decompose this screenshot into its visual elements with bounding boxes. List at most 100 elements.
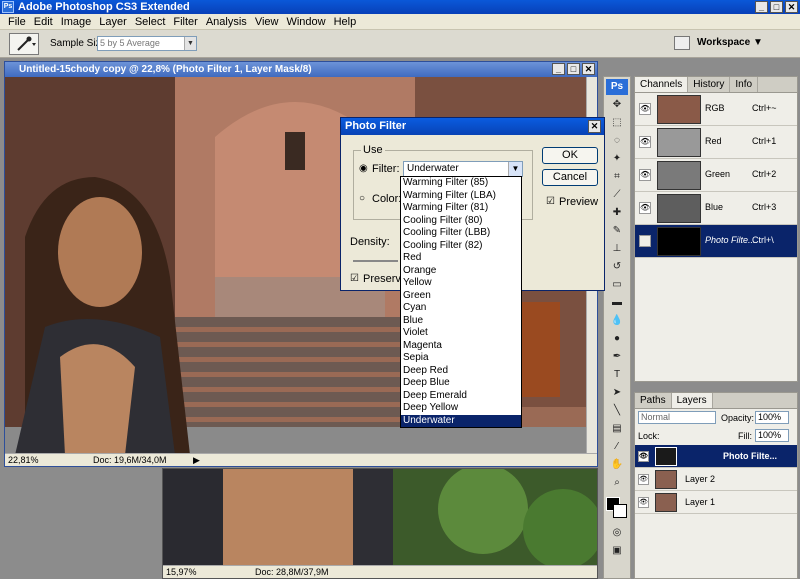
brush-tool-icon[interactable]: ✎ bbox=[606, 223, 628, 239]
marquee-tool-icon[interactable]: ⬚ bbox=[606, 115, 628, 131]
pen-tool-icon[interactable]: ✒ bbox=[606, 349, 628, 365]
hand-tool-icon[interactable]: ✋ bbox=[606, 457, 628, 473]
gradient-tool-icon[interactable]: ▬ bbox=[606, 295, 628, 311]
screen-mode-icon[interactable]: ▣ bbox=[606, 543, 628, 559]
history-brush-icon[interactable]: ↺ bbox=[606, 259, 628, 275]
type-tool-icon[interactable]: T bbox=[606, 367, 628, 383]
menu-window[interactable]: Window bbox=[282, 16, 329, 28]
menu-help[interactable]: Help bbox=[330, 16, 361, 28]
filter-option[interactable]: Violet bbox=[401, 327, 521, 340]
filter-option[interactable]: Red bbox=[401, 252, 521, 265]
background-color-swatch[interactable] bbox=[613, 504, 627, 518]
filter-option[interactable]: Deep Red bbox=[401, 365, 521, 378]
eye-icon[interactable]: 👁 bbox=[638, 497, 649, 508]
filter-option[interactable]: Sepia bbox=[401, 352, 521, 365]
menu-filter[interactable]: Filter bbox=[169, 16, 201, 28]
shape-tool-icon[interactable]: ╲ bbox=[606, 403, 628, 419]
dodge-tool-icon[interactable]: ● bbox=[606, 331, 628, 347]
clone-stamp-icon[interactable]: ⊥ bbox=[606, 241, 628, 257]
healing-brush-icon[interactable]: ✚ bbox=[606, 205, 628, 221]
doc-close-button[interactable]: ✕ bbox=[582, 63, 595, 75]
filter-option[interactable]: Cooling Filter (80) bbox=[401, 215, 521, 228]
visibility-toggle[interactable] bbox=[639, 235, 651, 247]
filter-option[interactable]: Warming Filter (85) bbox=[401, 177, 521, 190]
channel-row-selected[interactable]: Photo Filte... Ctrl+\ bbox=[635, 225, 797, 258]
dialog-close-button[interactable]: ✕ bbox=[588, 120, 601, 133]
eyedropper-tool-icon[interactable]: ⁄ bbox=[606, 439, 628, 455]
tab-channels[interactable]: Channels bbox=[635, 77, 689, 92]
minimize-button[interactable]: _ bbox=[755, 1, 768, 13]
layer-row[interactable]: 👁 Layer 1 bbox=[635, 491, 797, 514]
filter-option[interactable]: Warming Filter (81) bbox=[401, 202, 521, 215]
filter-option[interactable]: Deep Emerald bbox=[401, 390, 521, 403]
notes-tool-icon[interactable]: ▤ bbox=[606, 421, 628, 437]
preview-checkbox[interactable]: ☑ bbox=[546, 196, 555, 207]
lasso-tool-icon[interactable]: ◌ bbox=[606, 133, 628, 149]
tab-history[interactable]: History bbox=[688, 77, 731, 92]
filter-option[interactable]: Underwater bbox=[401, 414, 521, 427]
fill-input[interactable]: 100% bbox=[755, 429, 789, 442]
filter-option[interactable]: Cooling Filter (LBB) bbox=[401, 227, 521, 240]
eye-icon[interactable]: 👁 bbox=[638, 474, 649, 485]
crop-tool-icon[interactable]: ⌗ bbox=[606, 169, 628, 185]
slice-tool-icon[interactable]: ⟋ bbox=[606, 187, 628, 203]
magic-wand-icon[interactable]: ✦ bbox=[606, 151, 628, 167]
eye-icon[interactable]: 👁 bbox=[639, 169, 651, 181]
menu-image[interactable]: Image bbox=[57, 16, 96, 28]
zoom-tool-icon[interactable]: ⌕ bbox=[606, 475, 628, 491]
zoom-level[interactable]: 22,81% bbox=[8, 454, 39, 466]
filter-option[interactable]: Orange bbox=[401, 265, 521, 278]
blend-mode-select[interactable]: Normal bbox=[638, 411, 716, 424]
doc-minimize-button[interactable]: _ bbox=[552, 63, 565, 75]
workspace-menu[interactable]: Workspace ▼ bbox=[697, 37, 763, 48]
filter-option[interactable]: Cyan bbox=[401, 302, 521, 315]
menu-view[interactable]: View bbox=[251, 16, 283, 28]
filter-option[interactable]: Green bbox=[401, 290, 521, 303]
eye-icon[interactable]: 👁 bbox=[638, 451, 649, 462]
channel-row[interactable]: 👁 Red Ctrl+1 bbox=[635, 126, 797, 159]
close-button[interactable]: ✕ bbox=[785, 1, 798, 13]
menu-select[interactable]: Select bbox=[131, 16, 170, 28]
eye-icon[interactable]: 👁 bbox=[639, 103, 651, 115]
move-tool-icon[interactable]: ✥ bbox=[606, 97, 628, 113]
quick-mask-icon[interactable]: ◎ bbox=[606, 525, 628, 541]
tab-layers[interactable]: Layers bbox=[671, 393, 713, 408]
menu-file[interactable]: File bbox=[4, 16, 30, 28]
tab-info[interactable]: Info bbox=[730, 77, 759, 92]
status-menu-arrow-icon[interactable]: ▶ bbox=[193, 454, 200, 466]
eye-icon[interactable]: 👁 bbox=[639, 136, 651, 148]
ok-button[interactable]: OK bbox=[542, 147, 598, 164]
menu-edit[interactable]: Edit bbox=[30, 16, 57, 28]
filter-option[interactable]: Blue bbox=[401, 315, 521, 328]
filter-option[interactable]: Deep Yellow bbox=[401, 402, 521, 415]
eye-icon[interactable]: 👁 bbox=[639, 202, 651, 214]
sample-size-select[interactable]: 5 by 5 Average ▼ bbox=[97, 36, 197, 51]
zoom-level-2[interactable]: 15,97% bbox=[166, 566, 197, 578]
layer-row-selected[interactable]: 👁 Photo Filte... bbox=[635, 445, 797, 468]
color-radio[interactable]: ○ bbox=[359, 193, 365, 204]
preserve-checkbox[interactable]: ☑ bbox=[350, 273, 359, 284]
filter-option[interactable]: Deep Blue bbox=[401, 377, 521, 390]
filter-option[interactable]: Yellow bbox=[401, 277, 521, 290]
filter-radio[interactable]: ◉ bbox=[359, 163, 368, 174]
tab-paths[interactable]: Paths bbox=[635, 393, 672, 408]
filter-option[interactable]: Warming Filter (LBA) bbox=[401, 190, 521, 203]
layer-row[interactable]: 👁 Layer 2 bbox=[635, 468, 797, 491]
density-slider[interactable] bbox=[353, 260, 398, 262]
filter-option[interactable]: Cooling Filter (82) bbox=[401, 240, 521, 253]
channel-row[interactable]: 👁 Green Ctrl+2 bbox=[635, 159, 797, 192]
cancel-button[interactable]: Cancel bbox=[542, 169, 598, 186]
menu-analysis[interactable]: Analysis bbox=[202, 16, 251, 28]
doc-maximize-button[interactable]: □ bbox=[567, 63, 580, 75]
filter-select[interactable]: Underwater ▼ bbox=[403, 161, 523, 177]
channel-row[interactable]: 👁 RGB Ctrl+~ bbox=[635, 93, 797, 126]
tool-preset-picker[interactable] bbox=[9, 33, 39, 55]
blur-tool-icon[interactable]: 💧 bbox=[606, 313, 628, 329]
opacity-input[interactable]: 100% bbox=[755, 411, 789, 424]
eraser-tool-icon[interactable]: ▭ bbox=[606, 277, 628, 293]
maximize-button[interactable]: □ bbox=[770, 1, 783, 13]
path-selection-icon[interactable]: ➤ bbox=[606, 385, 628, 401]
channel-row[interactable]: 👁 Blue Ctrl+3 bbox=[635, 192, 797, 225]
menu-layer[interactable]: Layer bbox=[95, 16, 131, 28]
bridge-icon[interactable] bbox=[674, 36, 690, 50]
